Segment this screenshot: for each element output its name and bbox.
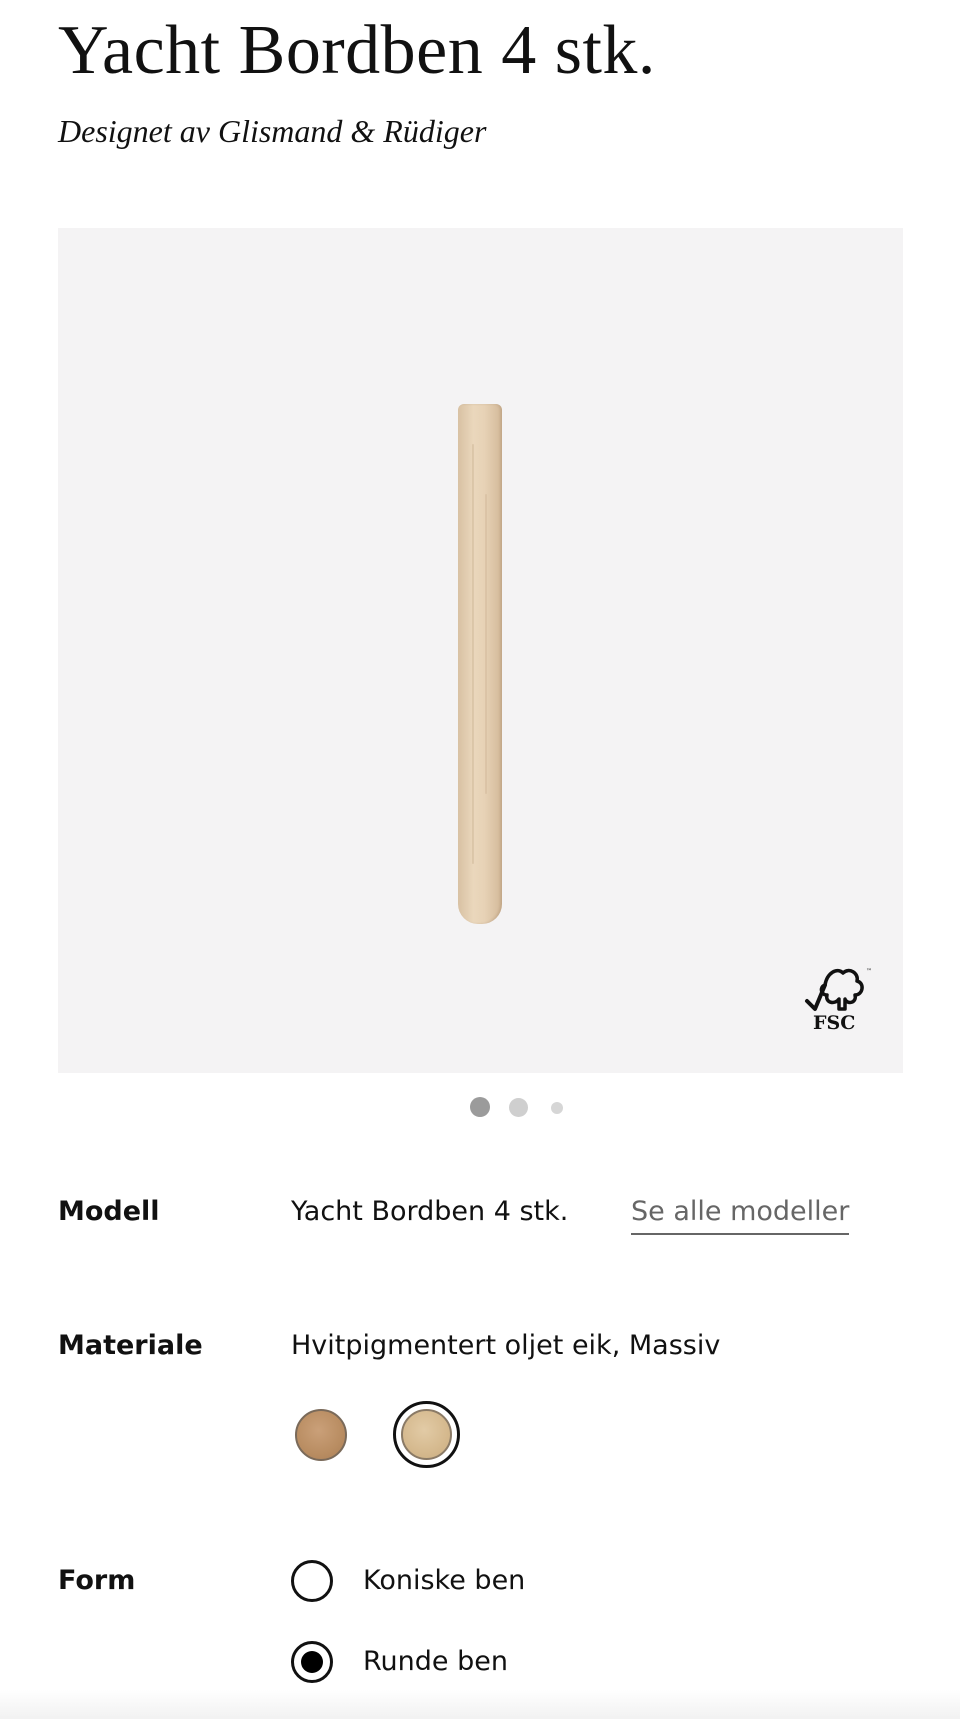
gallery-pagination [0,1096,960,1118]
table-leg-image [458,404,502,924]
pagination-dot[interactable] [551,1102,563,1114]
model-value: Yacht Bordben 4 stk. [291,1196,569,1227]
form-radio-runde-ben[interactable] [291,1641,333,1683]
see-all-models-link[interactable]: Se alle modeller [631,1194,850,1235]
form-radio-koniske-ben[interactable] [291,1560,333,1602]
radio-selected-dot [301,1651,323,1673]
product-designer: Designet av Glismand & Rüdiger [58,113,487,149]
product-title: Yacht Bordben 4 stk. [58,12,656,89]
material-value: Hvitpigmentert oljet eik, Massiv [291,1330,721,1361]
model-label: Modell [58,1196,160,1227]
product-image-gallery[interactable]: ™ FSC [58,228,903,1073]
oak-swatch[interactable] [295,1409,347,1461]
swatch-color [401,1409,452,1460]
material-label: Materiale [58,1330,203,1361]
pagination-dot-active[interactable] [470,1097,490,1117]
form-option-label[interactable]: Koniske ben [363,1563,525,1599]
form-option-label[interactable]: Runde ben [363,1644,508,1680]
form-label: Form [58,1565,136,1596]
fsc-logo: ™ FSC [803,963,873,1043]
fsc-logo-text: FSC [813,1012,855,1034]
page-bottom-fade [0,1690,960,1719]
white-pigmented-oak-swatch[interactable] [393,1401,460,1468]
pagination-dot[interactable] [509,1098,528,1117]
svg-text:™: ™ [866,968,872,975]
